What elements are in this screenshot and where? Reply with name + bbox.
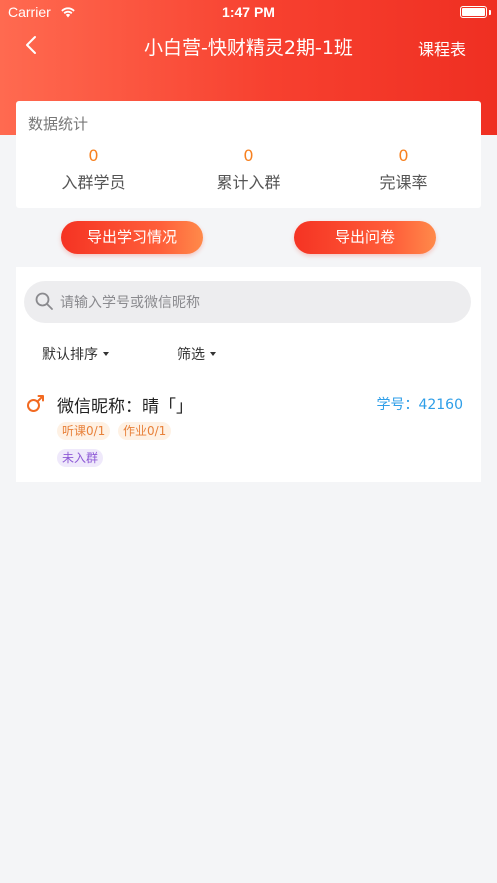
stats-title: 数据统计 [28,115,89,133]
filter-dropdown[interactable]: 筛选 [177,344,216,364]
stat-label: 入群学员 [61,173,126,192]
student-list-card: 请输入学号或微信昵称 默认排序 筛选 微信昵称：晴「」 学号：42160 听课0… [16,267,481,482]
export-study-button[interactable]: 导出学习情况 [61,221,203,254]
caret-down-icon [103,351,109,356]
export-survey-button[interactable]: 导出问卷 [294,221,436,254]
filter-label: 筛选 [177,347,205,363]
stat-value: 0 [398,146,409,165]
sort-dropdown[interactable]: 默认排序 [42,344,109,364]
group-status-tag: 未入群 [57,449,104,467]
stats-card: 数据统计 0 入群学员 0 累计入群 0 完课率 [16,101,481,208]
search-input[interactable]: 请输入学号或微信昵称 [60,292,200,312]
student-name: 微信昵称：晴「」 [57,397,193,417]
clock: 1:47 PM [222,4,275,20]
status-bar: Carrier 1:47 PM [0,0,497,24]
stat-joined-students: 0 入群学员 [16,146,171,193]
stat-label: 完课率 [379,173,428,192]
stat-value: 0 [243,146,254,165]
homework-progress-tag: 作业0/1 [118,422,172,440]
student-list-item[interactable]: 微信昵称：晴「」 学号：42160 听课0/1 作业0/1 未入群 [16,382,481,472]
male-gender-icon [27,395,44,412]
page-title: 小白营-快财精灵2期-1班 [144,37,353,59]
schedule-button[interactable]: 课程表 [418,36,466,60]
battery-icon [460,6,487,18]
search-bar[interactable]: 请输入学号或微信昵称 [24,281,471,323]
stat-label: 累计入群 [216,173,281,192]
stat-total-joined: 0 累计入群 [171,146,326,193]
battery-nub [489,10,491,15]
stat-value: 0 [88,146,99,165]
caret-down-icon [210,351,216,356]
search-icon [35,292,53,310]
sort-label: 默认排序 [42,347,98,363]
student-id: 学号：42160 [376,397,463,413]
stat-completion-rate: 0 完课率 [326,146,481,193]
lecture-progress-tag: 听课0/1 [57,422,111,440]
back-chevron-icon[interactable] [22,34,42,56]
